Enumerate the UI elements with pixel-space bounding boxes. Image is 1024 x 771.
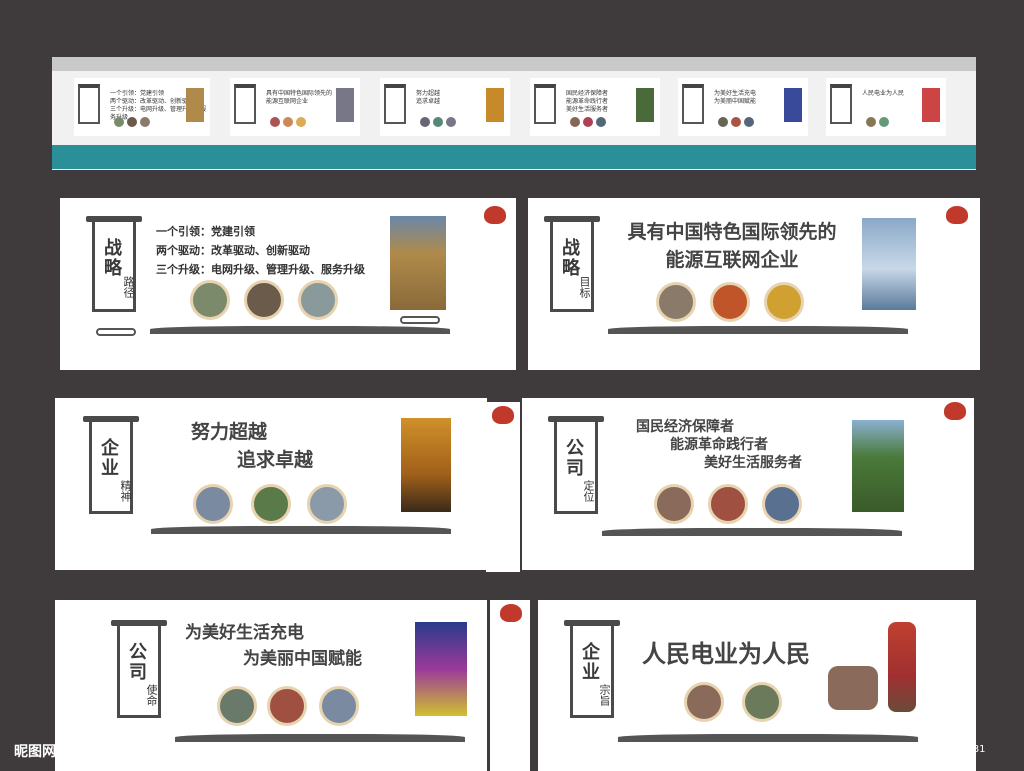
strip-top-band bbox=[52, 57, 976, 71]
photo-thumb bbox=[319, 686, 359, 726]
panel-company-position: 公司 定位 国民经济保障者 能源革命践行者 美好生活服务者 bbox=[522, 398, 942, 570]
panel-enterprise-spirit: 企业 精神 努力超越 追求卓越 bbox=[55, 398, 487, 570]
vertical-title: 企业 bbox=[98, 438, 119, 478]
mini-panel-1: 一个引领：党建引领 两个驱动：改革驱动、创新驱动 三个升级：电网升级、管理升级、… bbox=[74, 78, 210, 136]
photo-thumb bbox=[762, 484, 802, 524]
photo-thumb bbox=[708, 484, 748, 524]
vertical-title: 战略 bbox=[559, 238, 580, 278]
vertical-subtitle: 目标 bbox=[578, 276, 591, 298]
logo-icon bbox=[500, 604, 522, 622]
cloud-decoration bbox=[400, 316, 440, 324]
photo-thumb bbox=[656, 282, 696, 322]
mountain-decoration bbox=[608, 326, 908, 334]
photo-thumb bbox=[764, 282, 804, 322]
photo-thumb bbox=[710, 282, 750, 322]
vertical-subtitle: 宗旨 bbox=[598, 684, 611, 706]
panel-text: 努力超越 追求卓越 bbox=[191, 421, 314, 471]
mountain-decoration bbox=[151, 526, 451, 534]
strip-teal-band bbox=[52, 145, 976, 169]
vertical-title: 战略 bbox=[101, 238, 122, 278]
photo-thumb bbox=[217, 686, 257, 726]
photo-thumb bbox=[654, 484, 694, 524]
logo-icon bbox=[944, 402, 966, 420]
tower-photo bbox=[401, 418, 451, 512]
panel-strategy-goal: 战略 目标 具有中国特色国际领先的 能源互联网企业 bbox=[528, 198, 980, 370]
scroll-column bbox=[490, 600, 530, 771]
landscape-photo bbox=[852, 420, 904, 512]
photo-thumb bbox=[251, 484, 291, 524]
panel-text: 一个引领：党建引领 两个驱动：改革驱动、创新驱动 三个升级：电网升级、管理升级、… bbox=[156, 225, 365, 276]
photo-thumb bbox=[307, 484, 347, 524]
photo-thumb bbox=[298, 280, 338, 320]
vertical-title: 公司 bbox=[563, 438, 584, 478]
panel-text: 为美好生活充电 为美丽中国赋能 bbox=[185, 623, 362, 669]
logo-icon bbox=[484, 206, 506, 224]
vertical-subtitle: 使命 bbox=[145, 684, 158, 706]
panel-text: 具有中国特色国际领先的 能源互联网企业 bbox=[627, 221, 837, 271]
photo-thumb bbox=[742, 682, 782, 722]
mountain-decoration bbox=[175, 734, 465, 742]
mountain-decoration bbox=[150, 326, 450, 334]
landscape-photo bbox=[390, 216, 446, 310]
panel-text: 国民经济保障者 能源革命践行者 美好生活服务者 bbox=[636, 419, 802, 471]
photo-thumb bbox=[267, 686, 307, 726]
panel-strategy-path: 战略 路径 一个引领：党建引领 两个驱动：改革驱动、创新驱动 三个升级：电网升级… bbox=[60, 198, 516, 370]
mini-panel-5: 为美好生活充电 为美丽中国赋能 bbox=[678, 78, 808, 136]
logo-icon bbox=[492, 406, 514, 424]
vertical-title: 企业 bbox=[579, 642, 600, 682]
landscape-photo bbox=[862, 218, 916, 310]
mini-panel-6: 人民电业为人民 bbox=[826, 78, 946, 136]
people-photo bbox=[828, 666, 878, 710]
vertical-subtitle: 定位 bbox=[582, 480, 595, 502]
vertical-subtitle: 精神 bbox=[119, 480, 132, 502]
panel-text: 人民电业为人民 bbox=[642, 640, 810, 668]
mountain-decoration bbox=[618, 734, 918, 742]
mini-panel-2: 具有中国特色国际领先的 能源互联网企业 bbox=[230, 78, 360, 136]
watermark-text: 昵图网 www.nipic.com bbox=[14, 744, 180, 760]
photo-thumb bbox=[190, 280, 230, 320]
mountain-decoration bbox=[602, 528, 902, 536]
cloud-decoration bbox=[96, 328, 136, 336]
mini-panel-4: 国民经济保障者 能源革命践行者 美好生活服务者 bbox=[530, 78, 660, 136]
photo-thumb bbox=[684, 682, 724, 722]
photo-thumb bbox=[193, 484, 233, 524]
vertical-subtitle: 路径 bbox=[122, 276, 135, 298]
logo-icon bbox=[946, 206, 968, 224]
photo-thumb bbox=[244, 280, 284, 320]
person-photo bbox=[888, 622, 916, 712]
vertical-title: 公司 bbox=[126, 642, 147, 682]
id-text: ID:6380949 NO:20201129172244458081 bbox=[778, 744, 986, 755]
scroll-column bbox=[486, 402, 520, 572]
night-photo bbox=[415, 622, 467, 716]
mini-panel-3: 努力超越 追求卓越 bbox=[380, 78, 510, 136]
scroll-column bbox=[938, 398, 974, 570]
